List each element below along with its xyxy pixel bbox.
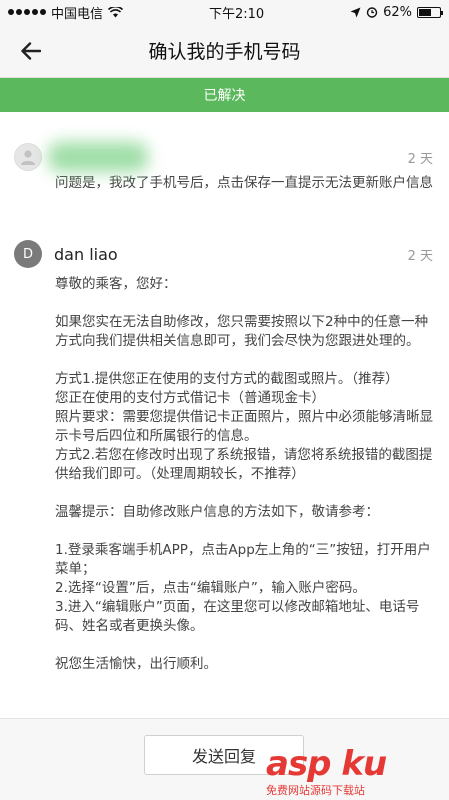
message-paragraph: 方式1.提供您正在使用的支付方式的截图或照片。（推荐） bbox=[55, 371, 399, 387]
message-paragraph: 1.登录乘客端手机APP，点击App左上角的“三”按钮，打开用户菜单； bbox=[55, 542, 431, 577]
message-paragraph: 方式2.若您在修改时出现了系统报错，请您将系统报错的截图提供给我们即可。（处理周… bbox=[55, 447, 433, 482]
message-text: 问题是，我改了手机号后，点击保存一直提示无法更新账户信息 bbox=[55, 175, 433, 191]
user-silhouette-icon bbox=[21, 150, 35, 165]
watermark-logo: asp ku 免费网站源码下载站 bbox=[266, 744, 441, 797]
message-paragraph: 3.进入“编辑账户”页面，在这里您可以修改邮箱地址、电话号码、姓名或者更换头像。 bbox=[55, 599, 420, 634]
message-paragraph: 温馨提示：自助修改账户信息的方法如下，敬请参考： bbox=[55, 504, 379, 520]
message-body: 问题是，我改了手机号后，点击保存一直提示无法更新账户信息 bbox=[55, 174, 433, 193]
avatar: D bbox=[14, 240, 42, 268]
location-arrow-icon bbox=[350, 7, 361, 17]
message-paragraph: 照片要求：需要您提供借记卡正面照片，照片中必须能够清晰显示卡号后四位和所属银行的… bbox=[55, 409, 433, 444]
message-author: dan liao bbox=[54, 244, 118, 264]
message-paragraph: 如果您实在无法自助修改，您只需要按照以下2种中的任意一种方式向我们提供相关信息即… bbox=[55, 314, 429, 349]
page-title: 确认我的手机号码 bbox=[148, 41, 301, 63]
message-body: 尊敬的乘客，您好： 如果您实在无法自助修改，您只需要按照以下2种中的任意一种方式… bbox=[55, 275, 433, 674]
battery-level-fill bbox=[419, 8, 432, 16]
carrier-name: 中国电信 bbox=[51, 6, 104, 22]
message-time: 2 天 bbox=[407, 151, 433, 167]
redacted-user-name bbox=[48, 142, 148, 172]
message-header: D dan liao 2 天 bbox=[14, 239, 433, 269]
wifi-icon bbox=[108, 6, 124, 17]
status-bar-left: 中国电信 bbox=[8, 3, 124, 22]
avatar bbox=[14, 143, 42, 171]
signal-strength-icon bbox=[8, 9, 46, 15]
status-bar-right: 62% bbox=[350, 4, 443, 20]
clock: 下午2:10 bbox=[208, 6, 265, 22]
back-arrow-icon bbox=[21, 42, 41, 60]
watermark-subtitle: 免费网站源码下载站 bbox=[266, 784, 365, 797]
resolved-status-banner: 已解决 bbox=[0, 78, 449, 112]
back-button[interactable] bbox=[16, 36, 46, 66]
message-paragraph: 2.选择“设置”后，点击“编辑账户”，输入账户密码。 bbox=[55, 580, 366, 596]
message-paragraph: 尊敬的乘客，您好： bbox=[55, 276, 177, 292]
navigation-bar: 确认我的手机号码 bbox=[0, 24, 449, 78]
battery-icon bbox=[417, 6, 443, 18]
watermark-logo-text: asp ku bbox=[266, 744, 387, 784]
battery-percent: 62% bbox=[383, 4, 412, 20]
message-paragraph: 您正在使用的支付方式借记卡（普通现金卡） bbox=[55, 390, 325, 406]
message-support: D dan liao 2 天 尊敬的乘客，您好： 如果您实在无法自助修改，您只需… bbox=[0, 239, 449, 674]
message-paragraph: 祝您生活愉快，出行顺利。 bbox=[55, 656, 217, 672]
status-bar: 中国电信 下午2:10 62% bbox=[0, 0, 449, 24]
message-time: 2 天 bbox=[407, 248, 433, 264]
message-user: 2 天 问题是，我改了手机号后，点击保存一直提示无法更新账户信息 bbox=[0, 142, 449, 193]
alarm-clock-icon bbox=[366, 7, 378, 18]
